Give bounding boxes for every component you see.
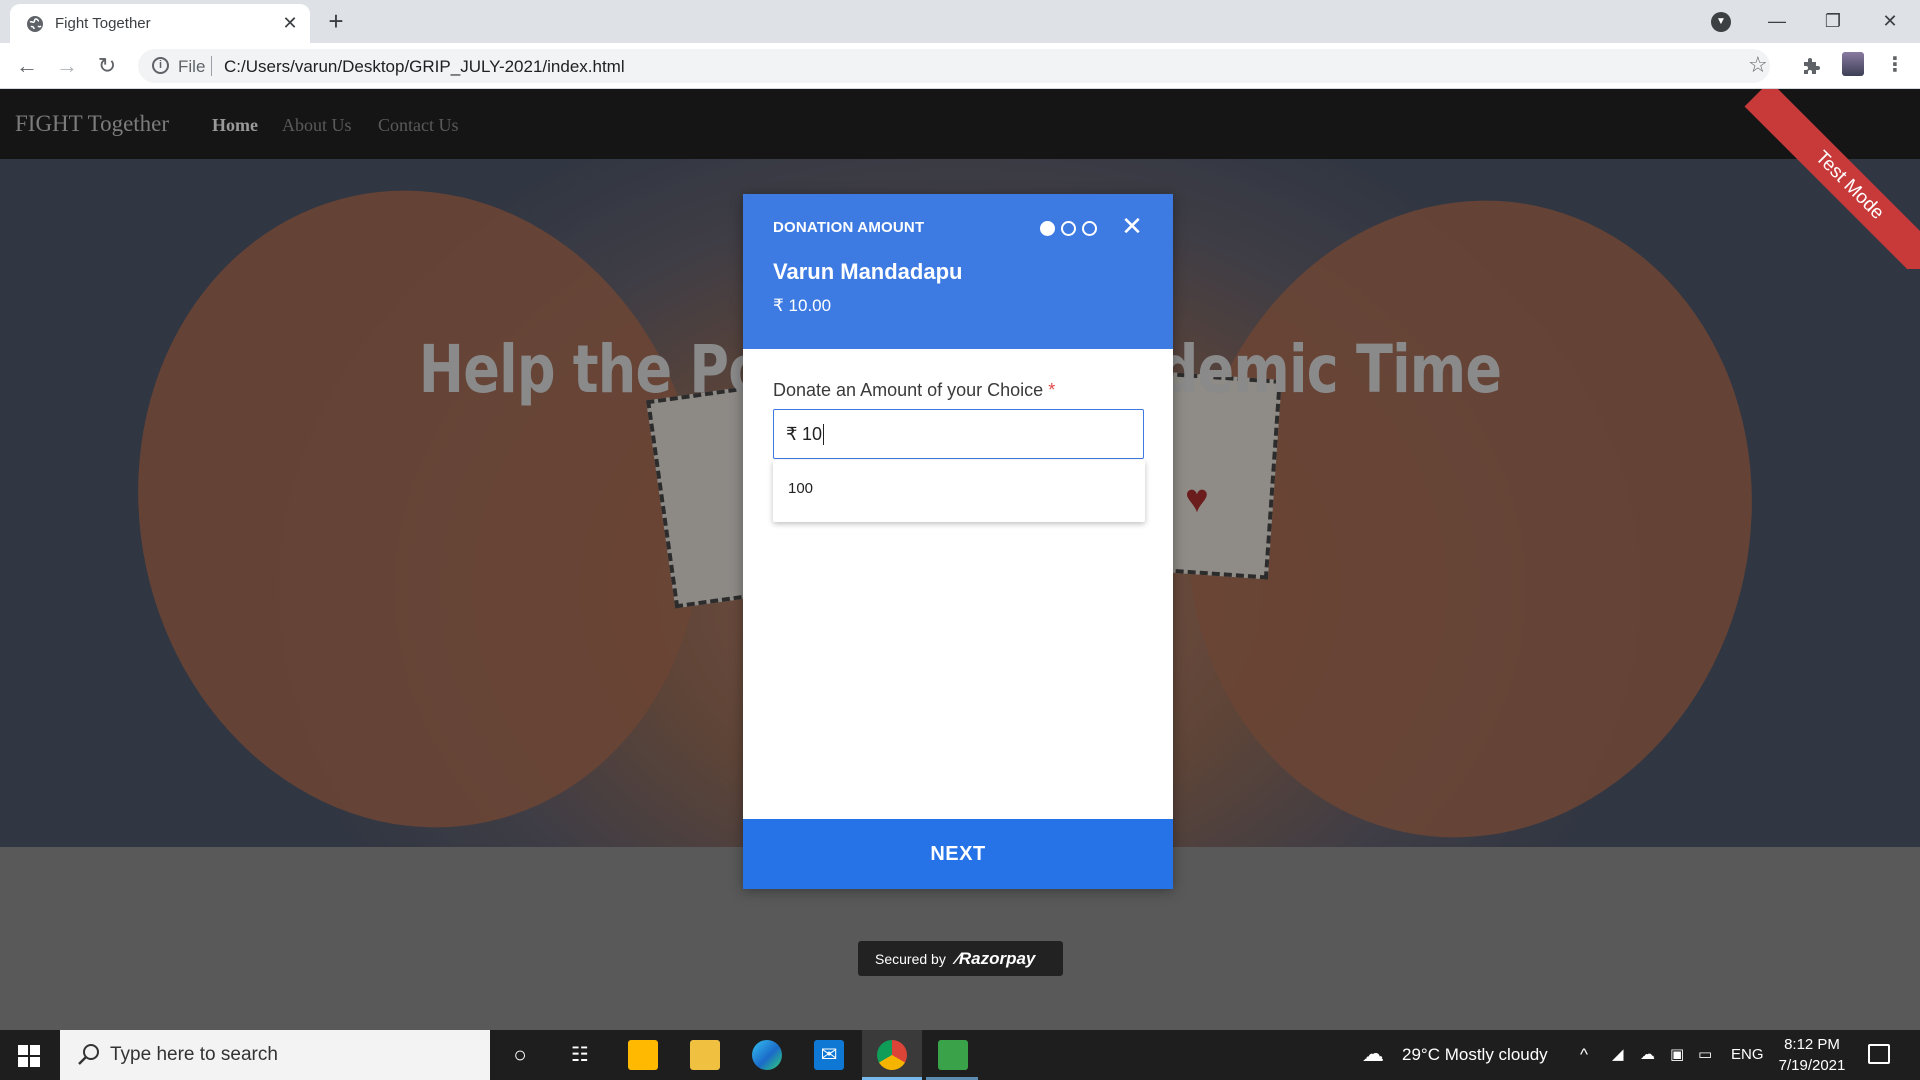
- minimize-icon[interactable]: —: [1757, 6, 1797, 36]
- menu-kebab-icon[interactable]: ⋮: [1885, 52, 1905, 78]
- tab-search-icon[interactable]: ▼: [1711, 12, 1731, 32]
- file-explorer-icon[interactable]: [690, 1040, 720, 1070]
- reload-icon[interactable]: ↻: [92, 51, 122, 81]
- search-icon: [78, 1044, 99, 1065]
- taskbar-clock[interactable]: 8:12 PM 7/19/2021: [1777, 1034, 1847, 1076]
- omnibox-url[interactable]: C:/Users/varun/Desktop/GRIP_JULY-2021/in…: [224, 57, 625, 77]
- back-icon[interactable]: ←: [12, 51, 42, 81]
- clock-date: 7/19/2021: [1778, 1057, 1846, 1074]
- taskbar-search-placeholder: Type here to search: [110, 1044, 278, 1065]
- taskbar-search-box[interactable]: Type here to search: [60, 1030, 490, 1080]
- merchant-name: Varun Mandadapu: [773, 259, 963, 284]
- nav-home[interactable]: Home: [212, 115, 258, 136]
- weather-text[interactable]: 29°C Mostly cloudy: [1402, 1045, 1548, 1065]
- info-icon[interactable]: i: [152, 57, 169, 74]
- onedrive-icon[interactable]: ☁: [1640, 1045, 1655, 1063]
- restore-icon[interactable]: ❐: [1813, 6, 1853, 36]
- new-tab-icon[interactable]: +: [322, 8, 350, 36]
- browser-tab-strip: Fight Together ✕ + ▼ — ❐ ✕: [0, 0, 1920, 43]
- task-view-icon[interactable]: ☷: [565, 1040, 595, 1070]
- language-indicator[interactable]: ENG: [1731, 1046, 1764, 1063]
- notification-center-icon[interactable]: [1868, 1044, 1890, 1064]
- security-icon[interactable]: ▣: [1670, 1045, 1684, 1063]
- mail-icon[interactable]: ✉: [814, 1040, 844, 1070]
- clock-time: 8:12 PM: [1784, 1036, 1840, 1053]
- edge-icon[interactable]: [752, 1040, 782, 1070]
- window-close-icon[interactable]: ✕: [1870, 6, 1910, 36]
- donation-amount-value[interactable]: 10: [802, 424, 825, 445]
- test-mode-ribbon: Test Mode: [1740, 89, 1920, 269]
- suggestion-option[interactable]: 100: [788, 480, 813, 497]
- battery-icon[interactable]: ▭: [1698, 1045, 1712, 1063]
- windows-start-icon[interactable]: [18, 1045, 40, 1067]
- notepad-app-icon[interactable]: [938, 1040, 968, 1070]
- windows-taskbar: Type here to search ○ ☷ ✉ ☁ 29°C Mostly …: [0, 1030, 1920, 1080]
- next-button[interactable]: NEXT: [743, 819, 1173, 889]
- razorpay-logo: ⁄Razorpay: [956, 949, 1036, 968]
- modal-close-icon[interactable]: ✕: [1118, 212, 1146, 240]
- site-brand[interactable]: FIGHT Together: [15, 111, 169, 137]
- nav-contact-us[interactable]: Contact Us: [378, 115, 459, 136]
- omnibox-divider: [211, 56, 212, 76]
- network-icon[interactable]: ◢: [1612, 1045, 1624, 1063]
- omnibox-scheme: File: [178, 57, 206, 76]
- currency-symbol: ₹: [786, 424, 798, 444]
- tab-title: Fight Together: [55, 15, 151, 32]
- tray-chevron-icon[interactable]: ^: [1580, 1045, 1588, 1065]
- amount-field-label: Donate an Amount of your Choice *: [773, 380, 1055, 401]
- tab-close-icon[interactable]: ✕: [280, 13, 300, 33]
- step-dot: [1061, 221, 1076, 236]
- donation-amount-input[interactable]: ₹ 10: [773, 409, 1144, 459]
- secured-by-badge: Secured by ⁄Razorpay: [858, 941, 1063, 976]
- weather-cloud-icon[interactable]: ☁: [1362, 1041, 1384, 1067]
- browser-tab[interactable]: Fight Together ✕: [10, 4, 310, 43]
- store-icon[interactable]: [628, 1040, 658, 1070]
- browser-toolbar: ← → ↻ i File C:/Users/varun/Desktop/GRIP…: [0, 43, 1920, 89]
- razorpay-checkout-modal: DONATION AMOUNT ✕ Varun Mandadapu ₹ 10.0…: [743, 194, 1173, 889]
- forward-icon[interactable]: →: [52, 51, 82, 81]
- test-mode-label: Test Mode: [1744, 89, 1920, 269]
- secured-by-text: Secured by: [875, 951, 946, 967]
- globe-icon: [27, 16, 43, 32]
- cortana-icon[interactable]: ○: [505, 1040, 535, 1070]
- hero-hand-left: [79, 159, 761, 847]
- amount-suggestion-dropdown: 100: [773, 460, 1145, 522]
- profile-avatar[interactable]: [1842, 52, 1864, 76]
- modal-section-label: DONATION AMOUNT: [773, 219, 925, 236]
- step-dot: [1082, 221, 1097, 236]
- modal-header: DONATION AMOUNT ✕ Varun Mandadapu ₹ 10.0…: [743, 194, 1173, 349]
- step-dot-active: [1040, 221, 1055, 236]
- site-navbar: FIGHT Together Home About Us Contact Us: [0, 89, 1920, 159]
- chrome-icon[interactable]: [877, 1040, 907, 1070]
- amount-field-label-text: Donate an Amount of your Choice: [773, 380, 1044, 400]
- bookmark-star-icon[interactable]: ☆: [1748, 54, 1768, 76]
- required-marker: *: [1048, 380, 1056, 400]
- heart-icon: ♥: [1185, 477, 1209, 521]
- extensions-puzzle-icon[interactable]: [1801, 55, 1823, 77]
- header-amount: ₹ 10.00: [773, 296, 832, 315]
- address-bar[interactable]: i File C:/Users/varun/Desktop/GRIP_JULY-…: [138, 49, 1770, 83]
- nav-about-us[interactable]: About Us: [282, 115, 352, 136]
- step-indicator: [1040, 221, 1103, 237]
- razorpay-logo-text: Razorpay: [958, 949, 1036, 968]
